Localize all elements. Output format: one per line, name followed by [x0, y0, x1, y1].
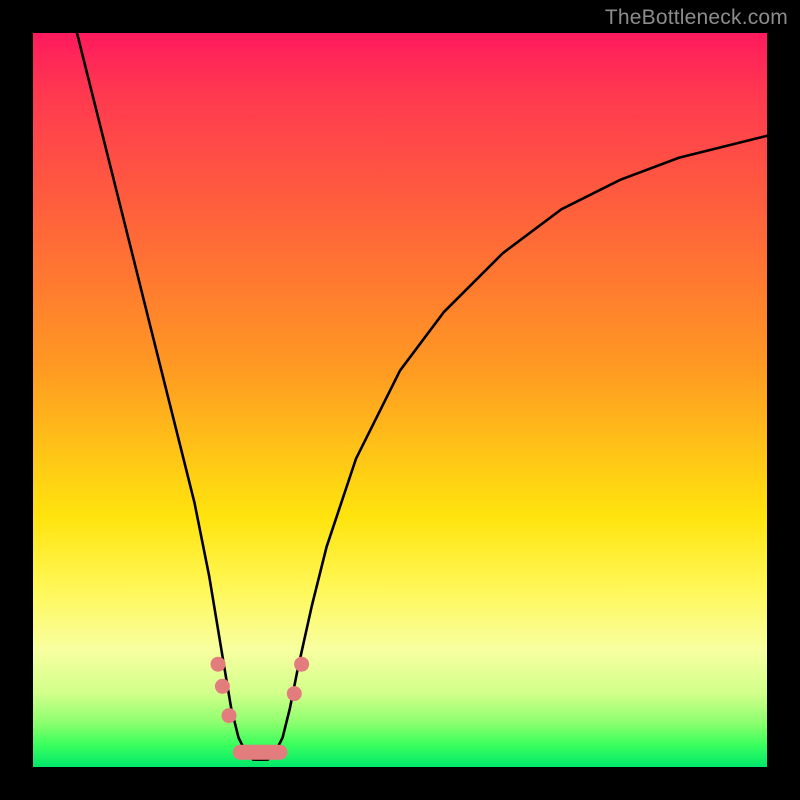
bottleneck-curve [77, 33, 767, 760]
watermark-text: TheBottleneck.com [605, 6, 788, 30]
plot-area [33, 33, 767, 767]
curve-svg [33, 33, 767, 767]
marker-pill [233, 745, 287, 759]
marker-dot [222, 709, 236, 723]
marker-dot [211, 657, 225, 671]
marker-dot [287, 687, 301, 701]
marker-dot [295, 657, 309, 671]
chart-stage: TheBottleneck.com [0, 0, 800, 800]
marker-dot [215, 679, 229, 693]
